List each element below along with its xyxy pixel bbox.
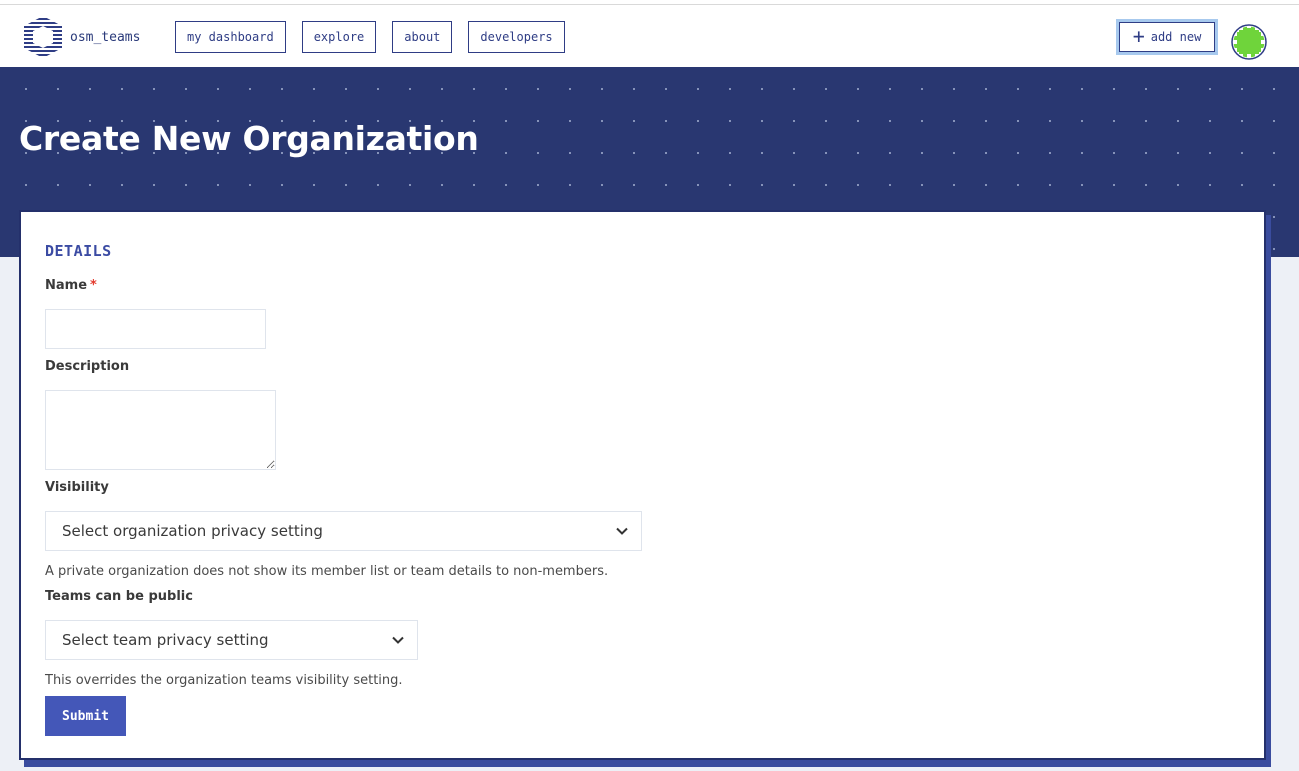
chevron-down-icon (392, 636, 404, 644)
section-title-details: DETAILS (45, 242, 112, 260)
teams-public-label: Teams can be public (45, 589, 193, 604)
visibility-selected-value: Select organization privacy setting (62, 522, 323, 540)
brand-name: osm_teams (70, 29, 141, 45)
description-textarea[interactable] (45, 390, 276, 470)
user-avatar-icon[interactable] (1231, 24, 1267, 60)
name-label: Name * (45, 278, 97, 293)
page-title: Create New Organization (19, 119, 479, 158)
name-label-text: Name (45, 278, 88, 293)
teams-public-help-text: This overrides the organization teams vi… (45, 673, 403, 688)
brand-logo-link[interactable]: osm_teams (22, 15, 140, 59)
create-organization-form-card: DETAILS Name * Description Visibility Sel… (19, 210, 1266, 760)
navbar: osm_teams my dashboard explore about dev… (0, 5, 1299, 67)
nav-explore[interactable]: explore (301, 21, 377, 53)
plus-icon: + (1132, 24, 1145, 48)
name-input[interactable] (45, 309, 266, 349)
chevron-down-icon (616, 527, 628, 535)
nav-my-dashboard[interactable]: my dashboard (175, 21, 286, 53)
required-asterisk: * (90, 278, 97, 293)
teams-public-select[interactable]: Select team privacy setting (45, 620, 418, 660)
submit-button[interactable]: Submit (45, 696, 126, 736)
visibility-select[interactable]: Select organization privacy setting (45, 511, 642, 551)
visibility-label: Visibility (45, 480, 109, 495)
hexagon-stripes-logo-icon (24, 16, 62, 58)
nav-about[interactable]: about (392, 21, 453, 53)
nav-developers[interactable]: developers (468, 21, 565, 53)
teams-public-selected-value: Select team privacy setting (62, 631, 269, 649)
visibility-help-text: A private organization does not show its… (45, 564, 609, 579)
add-new-label: add new (1150, 30, 1202, 44)
description-label: Description (45, 359, 130, 374)
add-new-button[interactable]: + add new (1116, 19, 1218, 55)
main-nav: my dashboard explore about developers (175, 21, 565, 53)
add-new-button-inner[interactable]: + add new (1119, 22, 1215, 52)
